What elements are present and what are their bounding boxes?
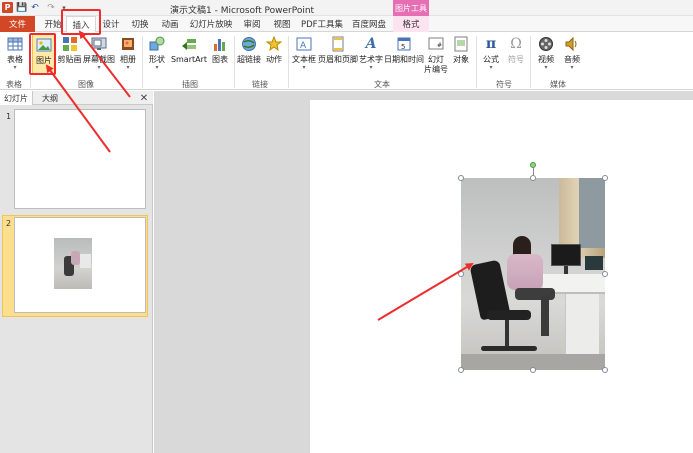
arrow-to-inserted-picture [377,262,474,321]
arrow-to-picture-button [45,64,111,153]
annotation-arrows [45,30,474,321]
arrow-to-insert-tab [78,30,131,98]
